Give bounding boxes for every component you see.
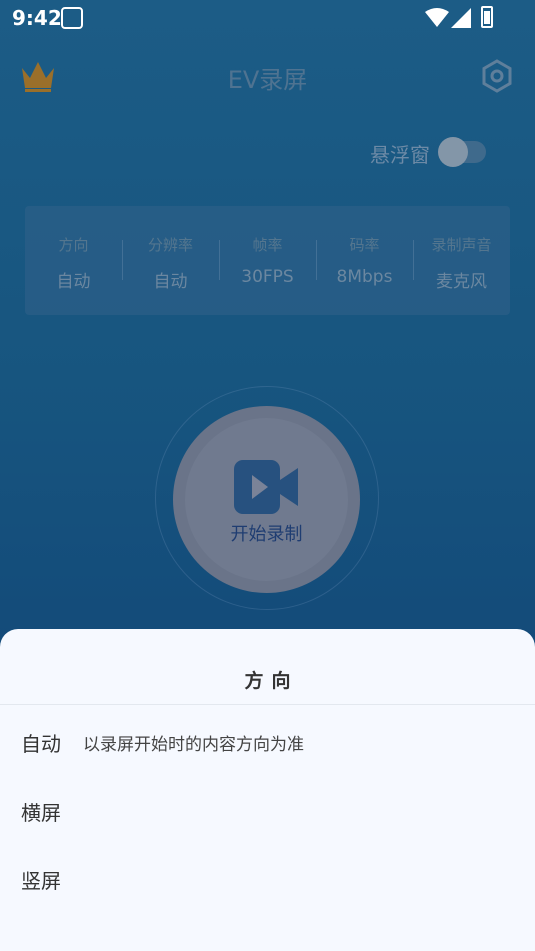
setting-resolution[interactable]: 分辨率 自动 [122, 206, 219, 315]
setting-value: 自动 [153, 272, 188, 292]
option-landscape[interactable]: 横屏 [21, 797, 61, 826]
setting-audio[interactable]: 录制声音 麦克风 [413, 206, 510, 315]
signal-icon [451, 8, 471, 28]
setting-label: 码率 [349, 236, 380, 254]
setting-value: 8Mbps [336, 267, 393, 287]
app-title: EV录屏 [227, 66, 308, 94]
start-recording-label: 开始录制 [230, 524, 303, 545]
setting-value: 麦克风 [436, 272, 487, 292]
float-window-label: 悬浮窗 [370, 143, 430, 167]
divider [0, 704, 535, 705]
setting-label: 录制声音 [431, 236, 492, 254]
status-time: 9:42 [12, 6, 62, 30]
option-auto[interactable]: 自动 [21, 728, 61, 757]
setting-framerate[interactable]: 帧率 30FPS [219, 206, 316, 315]
setting-label: 帧率 [252, 236, 283, 254]
direction-bottom-sheet: 方向 自动 以录屏开始时的内容方向为准 横屏 竖屏 [0, 629, 535, 951]
battery-icon [481, 6, 493, 28]
setting-bitrate[interactable]: 码率 8Mbps [316, 206, 413, 315]
option-auto-description: 以录屏开始时的内容方向为准 [83, 735, 304, 755]
setting-value: 30FPS [241, 267, 294, 287]
status-bar: 9:42 [0, 0, 535, 36]
setting-label: 方向 [58, 236, 89, 254]
setting-value: 自动 [56, 272, 91, 292]
settings-icon[interactable] [479, 58, 515, 94]
wifi-icon [425, 8, 449, 27]
setting-label: 分辨率 [147, 236, 193, 254]
notification-icon [61, 7, 83, 29]
float-window-toggle-knob[interactable] [438, 137, 468, 167]
video-camera-icon [234, 460, 298, 514]
sheet-title: 方向 [244, 670, 299, 692]
setting-direction[interactable]: 方向 自动 [25, 206, 122, 315]
option-portrait[interactable]: 竖屏 [21, 865, 61, 894]
record-settings-card: 方向 自动 分辨率 自动 帧率 30FPS 码率 8Mbps 录制声音 麦克风 [25, 206, 510, 315]
